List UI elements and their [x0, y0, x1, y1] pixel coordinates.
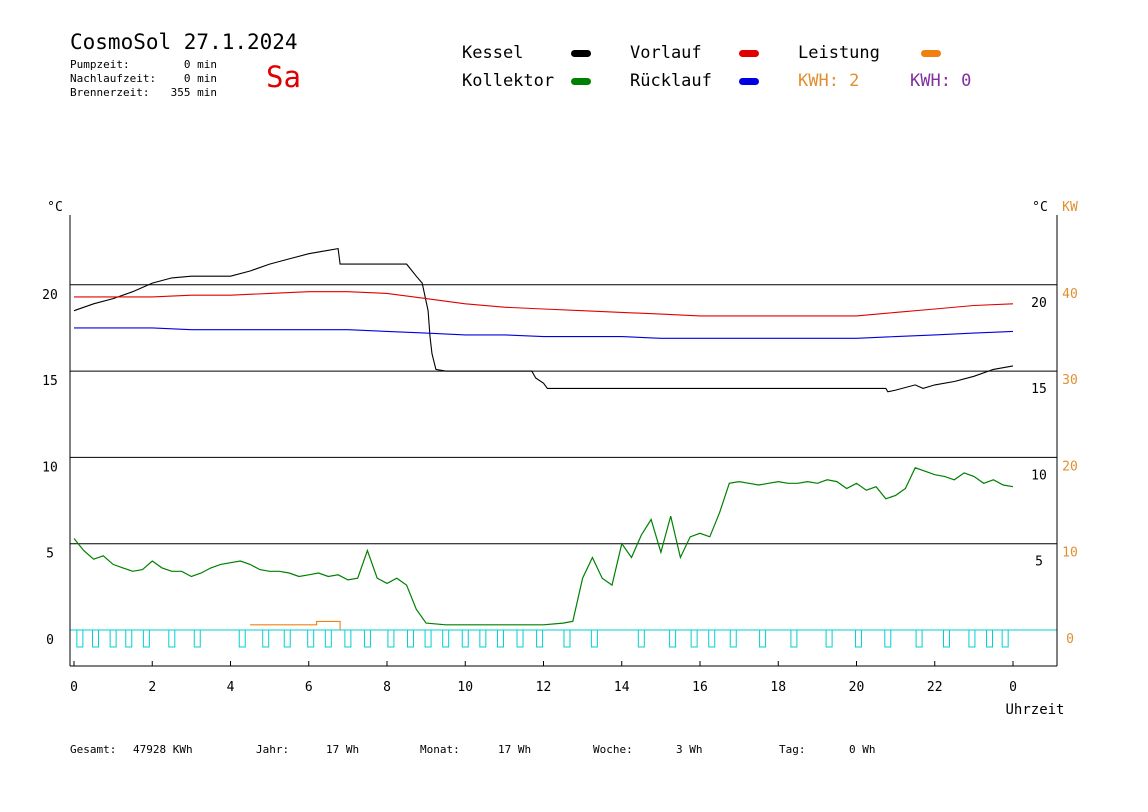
pump-pulse	[442, 629, 450, 648]
kw-tick-label: 20	[1062, 459, 1078, 474]
x-tick-label: 18	[770, 680, 786, 695]
pump-pulse	[238, 629, 246, 648]
grid-lines	[70, 284, 1057, 545]
pump-pulse	[790, 629, 798, 648]
pump-pulse	[637, 629, 645, 648]
pump-pulse	[915, 629, 923, 648]
pump-pulse	[708, 629, 716, 648]
pump-pulse	[406, 629, 414, 648]
pump-pulse	[759, 629, 767, 648]
series-kollektor-line	[73, 467, 1014, 626]
pump-pulse	[363, 629, 371, 648]
y-unit-right: °C	[1032, 200, 1048, 215]
x-tick-label: 6	[305, 680, 313, 695]
y-unit-left: °C	[47, 200, 63, 215]
x-tick-label: 8	[383, 680, 391, 695]
pump-pulse	[496, 629, 504, 648]
pump-pulse	[92, 629, 100, 648]
x-tick-label: 20	[849, 680, 865, 695]
pump-pulse	[109, 629, 117, 648]
footer-tag-value: 0 Wh	[849, 743, 876, 756]
y-tick-label-left: 20	[42, 288, 58, 303]
pump-pulse	[942, 629, 950, 648]
pump-pulse	[344, 629, 352, 648]
series-ruecklauf-line	[74, 327, 1014, 339]
pump-pulse	[1001, 629, 1009, 648]
footer-monat-label: Monat:	[420, 743, 460, 756]
pump-pulse	[125, 629, 133, 648]
pump-pulse	[262, 629, 270, 648]
x-tick-label: 2	[148, 680, 156, 695]
temperature-chart: 0 2 4 6 8 10 12 14 16 18 20 22 0 Uhrzeit 0 5 10 15 20 5 10 15…	[42, 200, 1078, 718]
x-axis-label: Uhrzeit	[1005, 702, 1064, 718]
y-tick-label-right: 20	[1031, 296, 1047, 311]
footer-woche-label: Woche:	[593, 743, 633, 756]
pump-pulse	[307, 629, 315, 648]
pump-pulse	[283, 629, 291, 648]
x-tick-label: 10	[457, 680, 473, 695]
series-vorlauf-line	[74, 291, 1014, 317]
footer-gesamt-label: Gesamt:	[70, 743, 117, 756]
pump-pulse	[461, 629, 469, 648]
pump-pulse	[690, 629, 698, 648]
pump-pulse	[669, 629, 677, 648]
chart-axes	[69, 215, 1058, 667]
series-kessel-line	[73, 247, 1014, 393]
chart-traces	[70, 247, 1057, 648]
pump-pulse	[142, 629, 150, 648]
pump-pulse	[193, 629, 201, 648]
pump-pulse	[168, 629, 176, 648]
footer-monat-value: 17 Wh	[498, 743, 532, 756]
x-tick-label: 4	[227, 680, 235, 695]
y-tick-label-right: 10	[1031, 468, 1047, 483]
pump-pulse	[854, 629, 862, 648]
footer-jahr-label: Jahr:	[256, 743, 290, 756]
pump-pulse	[536, 629, 544, 648]
x-tick-label: 0	[70, 680, 78, 695]
x-tick-label: 12	[536, 680, 552, 695]
y-tick-label-left: 0	[46, 633, 54, 648]
pump-pulse	[563, 629, 571, 648]
pump-pulse	[729, 629, 737, 648]
x-tick-label: 14	[614, 680, 630, 695]
y-unit-kw: KW	[1062, 200, 1078, 215]
pump-pulse	[516, 629, 524, 648]
y-tick-label-right: 5	[1035, 555, 1043, 570]
series-leistung-line	[250, 620, 341, 630]
x-tick-label: 0	[1009, 680, 1017, 695]
footer-tag-label: Tag:	[779, 743, 806, 756]
pump-pulse	[479, 629, 487, 648]
pump-pulse	[324, 629, 332, 648]
pump-pulse	[76, 629, 84, 648]
x-tick-label: 22	[927, 680, 943, 695]
pump-pulse	[387, 629, 395, 648]
kw-tick-label: 40	[1062, 287, 1078, 302]
kw-tick-label: 0	[1066, 632, 1074, 647]
chart-labels: 0 2 4 6 8 10 12 14 16 18 20 22 0 Uhrzeit 0 5 10 15 20 5 10 15…	[42, 200, 1078, 718]
y-tick-label-left: 10	[42, 460, 58, 475]
pump-pulse	[825, 629, 833, 648]
footer-gesamt-value: 47928 KWh	[133, 743, 193, 756]
pump-pulse	[884, 629, 892, 648]
y-tick-label-right: 15	[1031, 382, 1047, 397]
pump-pulse	[424, 629, 432, 648]
x-tick-label: 16	[692, 680, 708, 695]
y-tick-label-left: 5	[46, 547, 54, 562]
kw-tick-label: 10	[1062, 546, 1078, 561]
footer-woche-value: 3 Wh	[676, 743, 703, 756]
footer-jahr-value: 17 Wh	[326, 743, 360, 756]
kw-tick-label: 30	[1062, 373, 1078, 388]
pump-pulse	[590, 629, 598, 648]
y-tick-label-left: 15	[42, 374, 58, 389]
pump-pulse	[986, 629, 994, 648]
pump-pulse	[968, 629, 976, 648]
